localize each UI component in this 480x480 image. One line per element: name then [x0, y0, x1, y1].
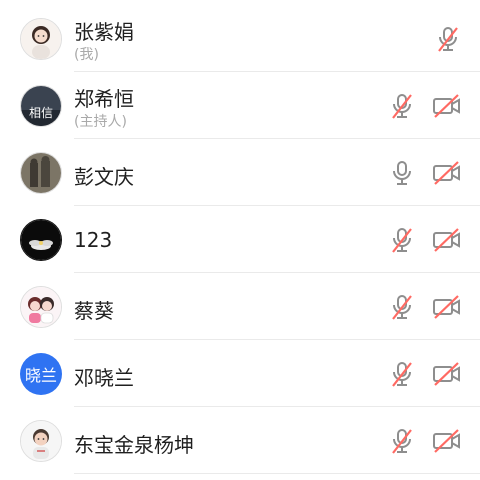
mic-muted-icon[interactable] — [388, 427, 416, 455]
row-divider — [74, 205, 480, 206]
participant-row[interactable]: 123 — [0, 207, 480, 273]
participant-name: 123 — [74, 228, 113, 252]
camera-off-icon[interactable] — [432, 360, 462, 388]
participant-row[interactable]: 晓兰 邓晓兰 — [0, 341, 480, 407]
avatar — [20, 18, 62, 60]
camera-off-icon[interactable] — [432, 427, 462, 455]
participant-name: 邓晓兰 — [74, 366, 134, 390]
participant-row[interactable]: 东宝金泉杨坤 — [0, 408, 480, 474]
participant-row[interactable]: 彭文庆 — [0, 140, 480, 206]
mic-icon[interactable] — [388, 159, 416, 187]
avatar-text: 相信 — [29, 106, 53, 120]
avatar: 晓兰 — [20, 353, 62, 395]
participant-role: (主持人) — [74, 114, 127, 130]
mic-muted-icon[interactable] — [388, 360, 416, 388]
participant-role: (我) — [74, 47, 99, 63]
avatar — [20, 420, 62, 462]
camera-off-icon[interactable] — [432, 159, 462, 187]
camera-off-icon[interactable] — [432, 92, 462, 120]
camera-off-icon[interactable] — [432, 293, 462, 321]
row-divider — [74, 406, 480, 407]
participant-row[interactable]: 蔡葵 — [0, 274, 480, 340]
mic-muted-icon[interactable] — [388, 293, 416, 321]
row-divider — [74, 71, 480, 72]
row-divider — [74, 272, 480, 273]
mic-muted-icon[interactable] — [388, 226, 416, 254]
participant-name: 张紫娟 — [74, 20, 134, 44]
avatar — [20, 219, 62, 261]
participant-name: 蔡葵 — [74, 299, 114, 323]
participant-name: 彭文庆 — [74, 165, 134, 189]
mic-muted-icon[interactable] — [434, 25, 462, 53]
row-divider — [74, 138, 480, 139]
participant-name: 东宝金泉杨坤 — [74, 433, 194, 457]
camera-off-icon[interactable] — [432, 226, 462, 254]
avatar: 相信 — [20, 85, 62, 127]
participant-list: 张紫娟 (我) 相信 郑希恒 (主持人) 彭文庆 123 蔡葵 晓兰 邓晓兰 东… — [0, 0, 480, 480]
row-divider — [74, 339, 480, 340]
avatar — [20, 152, 62, 194]
mic-muted-icon[interactable] — [388, 92, 416, 120]
participant-row[interactable]: 张紫娟 (我) — [0, 6, 480, 72]
participant-row[interactable]: 相信 郑希恒 (主持人) — [0, 73, 480, 139]
avatar — [20, 286, 62, 328]
participant-name: 郑希恒 — [74, 87, 134, 111]
row-divider — [74, 473, 480, 474]
